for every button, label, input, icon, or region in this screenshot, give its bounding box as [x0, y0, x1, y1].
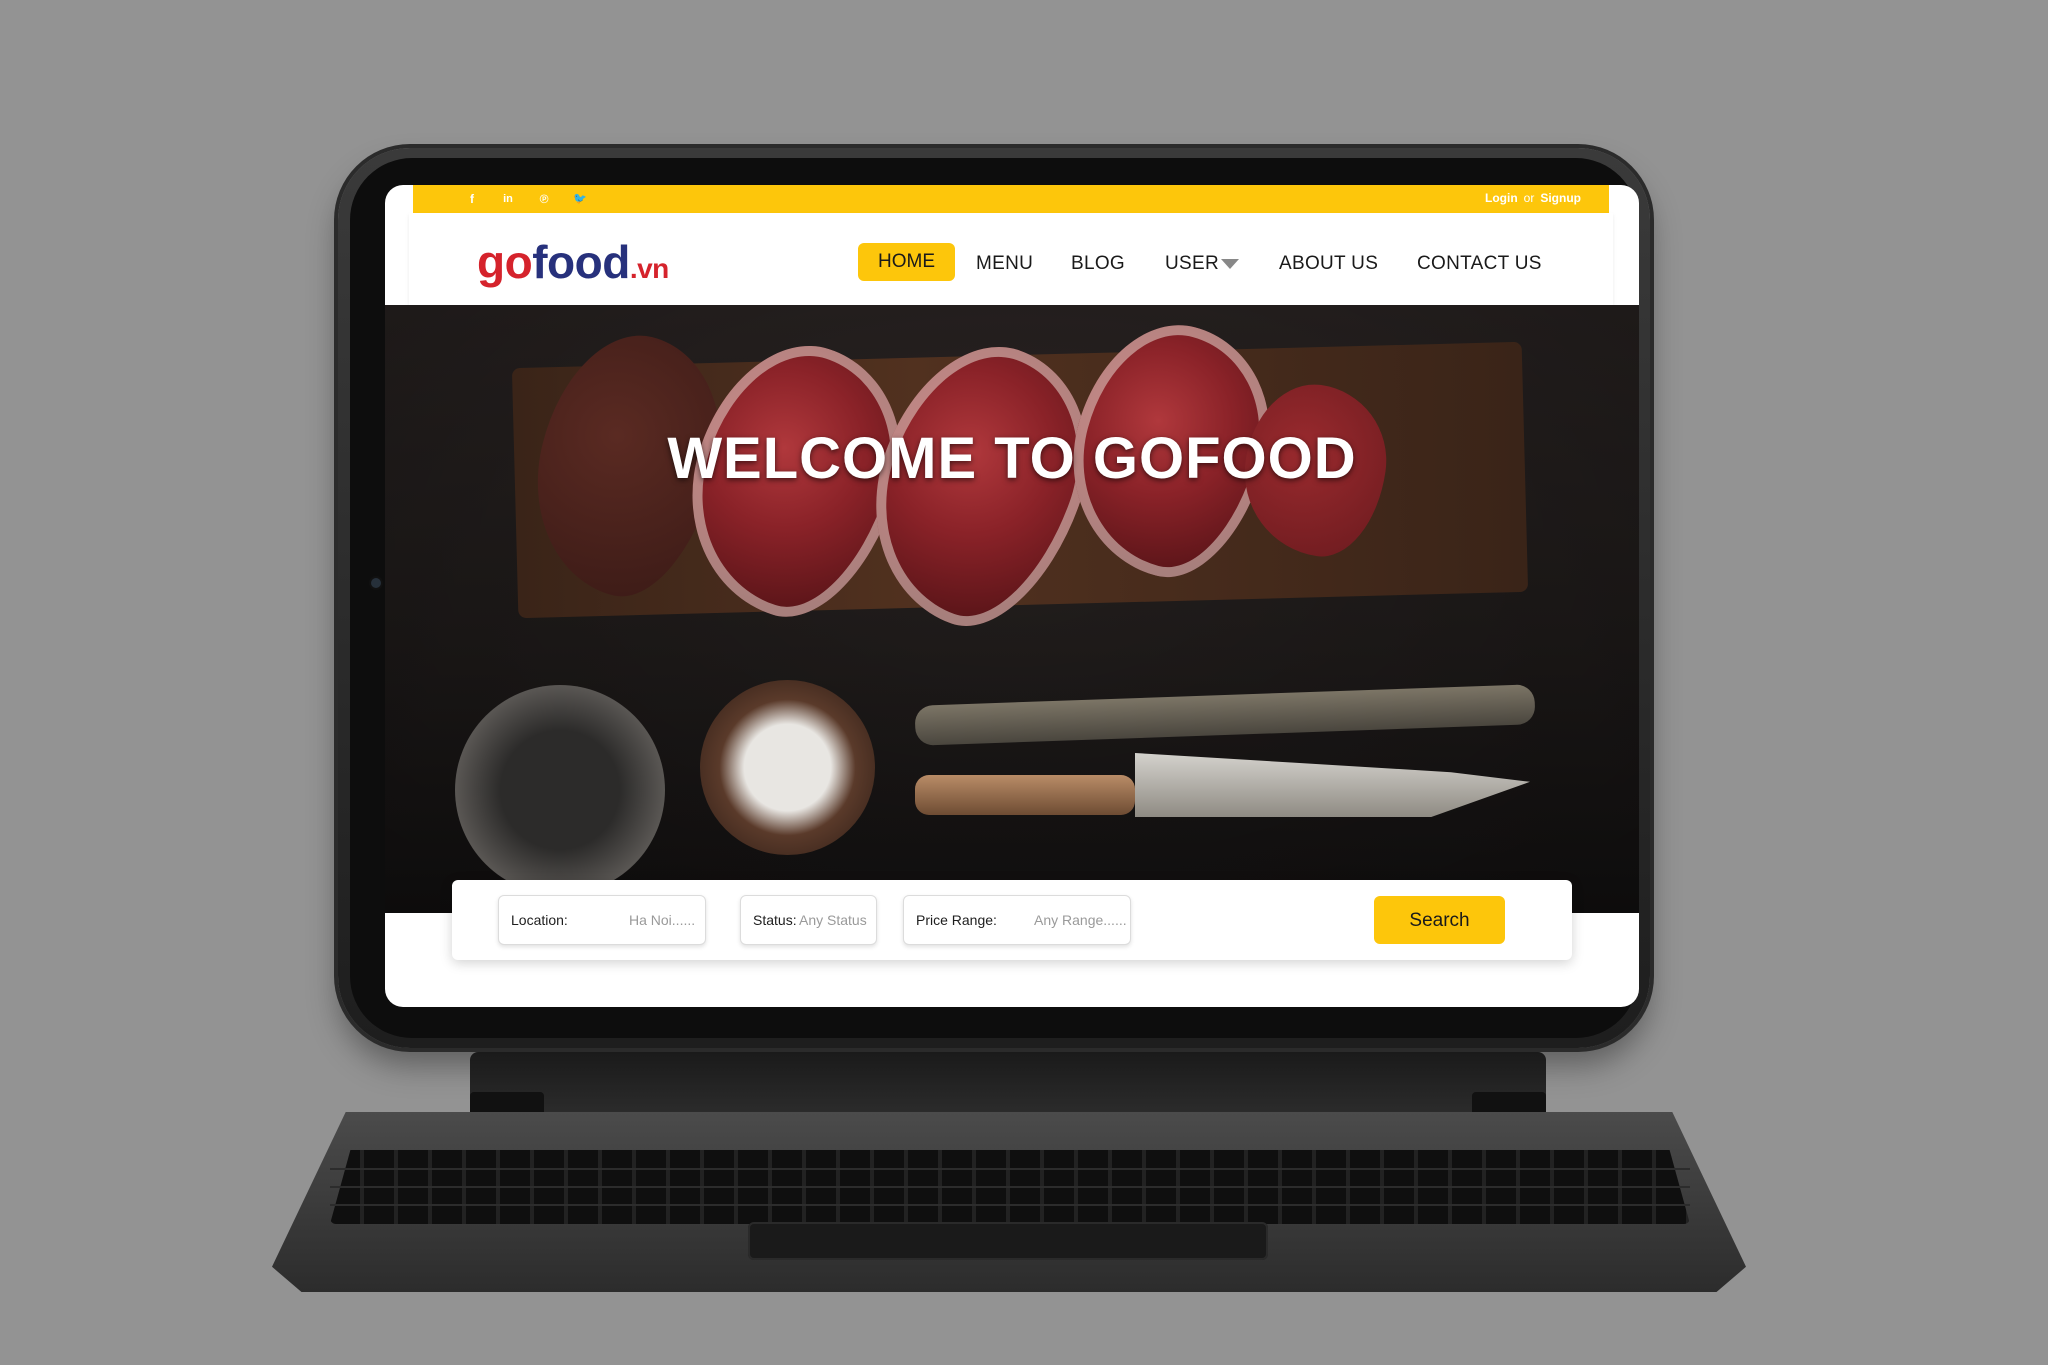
signup-link[interactable]: Signup	[1540, 191, 1581, 205]
linkedin-icon[interactable]: in	[499, 190, 517, 208]
site-logo[interactable]: gofood.vn	[477, 235, 669, 289]
price-range-value: Any Range......	[1034, 912, 1127, 928]
status-label: Status:	[753, 912, 797, 928]
twitter-icon[interactable]: 🐦	[571, 190, 589, 208]
hero-title: WELCOME TO GOFOOD	[667, 426, 1357, 491]
pepper-bowl-image	[455, 685, 665, 895]
nav-contact[interactable]: CONTACT US	[1417, 253, 1542, 275]
location-value: Ha Noi......	[629, 912, 696, 928]
salt-bowl-image	[700, 680, 875, 855]
login-link[interactable]: Login	[1485, 191, 1518, 205]
location-label: Location:	[511, 912, 568, 928]
chevron-down-icon	[1221, 258, 1239, 269]
keyboard-hinge	[470, 1052, 1546, 1116]
nav-menu[interactable]: MENU	[976, 253, 1033, 275]
nav-user[interactable]: USER	[1165, 253, 1239, 275]
logo-vn: .vn	[629, 253, 669, 284]
top-bar: f in ℗ 🐦 Login or Signup	[413, 185, 1609, 213]
nav-home[interactable]: HOME	[858, 243, 955, 281]
carving-fork-image	[914, 684, 1536, 746]
key-row-divider	[330, 1204, 1690, 1206]
nav-user-label: USER	[1165, 253, 1219, 274]
or-text: or	[1523, 191, 1535, 205]
price-range-field[interactable]: Price Range: Any Range......	[903, 895, 1131, 945]
location-field[interactable]: Location: Ha Noi......	[498, 895, 706, 945]
hero-banner: WELCOME TO GOFOOD	[385, 305, 1639, 913]
knife-handle-image	[915, 775, 1135, 815]
facebook-icon[interactable]: f	[463, 190, 481, 208]
price-range-label: Price Range:	[916, 912, 997, 928]
search-panel: Location: Ha Noi...... Status: Any Statu…	[452, 880, 1572, 960]
key-row-divider	[330, 1186, 1690, 1188]
knife-blade-image	[1135, 753, 1530, 817]
trackpad	[748, 1222, 1268, 1260]
status-field[interactable]: Status: Any Status	[740, 895, 877, 945]
nav-about[interactable]: ABOUT US	[1279, 253, 1378, 275]
tablet-screen: f in ℗ 🐦 Login or Signup gofood.vn HOME ME…	[385, 185, 1639, 1007]
logo-food: food	[532, 236, 630, 288]
auth-links: Login or Signup	[1485, 191, 1581, 205]
search-button[interactable]: Search	[1374, 896, 1505, 944]
status-value: Any Status	[799, 912, 867, 928]
main-navbar: gofood.vn HOME MENU BLOG USER ABOUT US C…	[409, 213, 1613, 305]
nav-blog[interactable]: BLOG	[1071, 253, 1125, 275]
camera-lens	[371, 578, 381, 588]
pinterest-icon[interactable]: ℗	[535, 190, 553, 208]
key-row-divider	[330, 1168, 1690, 1170]
logo-go: go	[477, 236, 533, 288]
